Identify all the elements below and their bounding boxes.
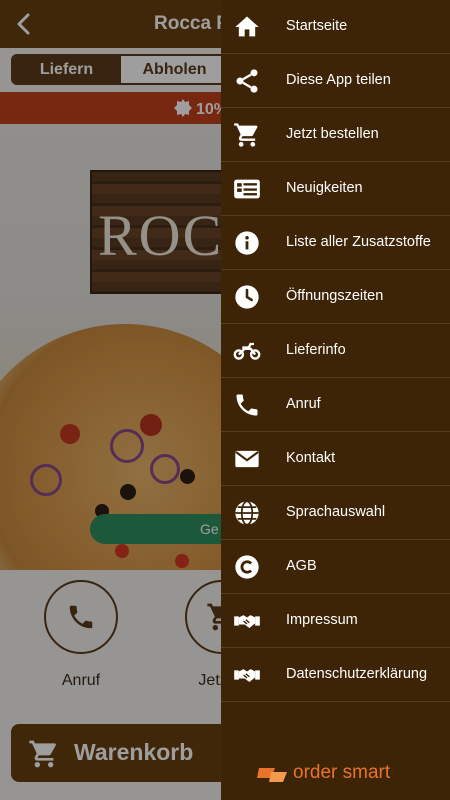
copyright-icon bbox=[235, 555, 259, 579]
menu-label: AGB bbox=[286, 558, 317, 574]
menu-item-terms[interactable]: AGB bbox=[221, 540, 450, 594]
menu-item-language[interactable]: Sprachauswahl bbox=[221, 486, 450, 540]
menu-item-delivery-info[interactable]: Lieferinfo bbox=[221, 324, 450, 378]
menu-label: Startseite bbox=[286, 18, 348, 34]
menu-item-imprint[interactable]: Impressum bbox=[221, 594, 450, 648]
side-menu: Startseite Diese App teilen Jetzt bestel… bbox=[221, 0, 450, 800]
phone-icon bbox=[236, 394, 258, 416]
menu-item-privacy[interactable]: Datenschutzerklärung bbox=[221, 648, 450, 702]
menu-label: Kontakt bbox=[286, 450, 336, 466]
menu-label: Sprachauswahl bbox=[286, 504, 386, 520]
menu-label: Anruf bbox=[286, 396, 321, 412]
globe-icon bbox=[235, 500, 259, 526]
menu-item-opening-hours[interactable]: Öffnungszeiten bbox=[221, 270, 450, 324]
menu-label: Lieferinfo bbox=[286, 342, 346, 358]
handshake-icon bbox=[234, 615, 260, 628]
menu-item-news[interactable]: Neuigkeiten bbox=[221, 162, 450, 216]
menu-label: Jetzt bestellen bbox=[286, 126, 379, 142]
brand-name: order smart bbox=[293, 762, 391, 783]
menu-label: Diese App teilen bbox=[286, 72, 391, 88]
menu-label: Liste aller Zusatzstoffe bbox=[286, 234, 431, 250]
cart-icon bbox=[234, 123, 258, 147]
menu-item-contact[interactable]: Kontakt bbox=[221, 432, 450, 486]
menu-item-share[interactable]: Diese App teilen bbox=[221, 54, 450, 108]
handshake-icon bbox=[234, 669, 260, 682]
menu-item-order[interactable]: Jetzt bestellen bbox=[221, 108, 450, 162]
menu-label: Impressum bbox=[286, 612, 358, 628]
share-icon bbox=[236, 69, 258, 93]
news-icon bbox=[234, 179, 260, 199]
menu-item-call[interactable]: Anruf bbox=[221, 378, 450, 432]
clock-icon bbox=[235, 285, 259, 309]
home-icon bbox=[235, 16, 259, 37]
menu-label: Datenschutzerklärung bbox=[286, 666, 428, 682]
info-icon bbox=[235, 231, 259, 255]
envelope-icon bbox=[235, 450, 259, 468]
menu-label: Neuigkeiten bbox=[286, 180, 363, 196]
menu-label: Öffnungszeiten bbox=[286, 288, 384, 304]
menu-item-additives[interactable]: Liste aller Zusatzstoffe bbox=[221, 216, 450, 270]
motorcycle-icon bbox=[233, 342, 261, 360]
menu-item-startseite[interactable]: Startseite bbox=[221, 0, 450, 54]
order-smart-logo bbox=[257, 768, 287, 782]
